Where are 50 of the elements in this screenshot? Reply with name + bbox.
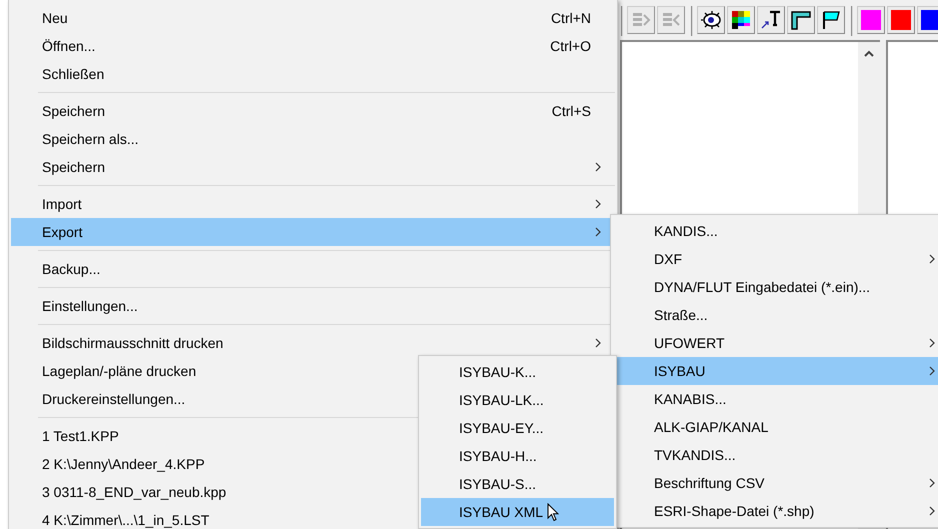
menu-item[interactable]: Backup... (11, 255, 615, 283)
flag-button[interactable] (817, 6, 845, 34)
chevron-icon (595, 162, 601, 172)
menu-item[interactable]: ISYBAU-LK... (421, 386, 614, 414)
menu-item[interactable]: Speichern (11, 153, 615, 181)
shortcut-label: Ctrl+N (550, 10, 591, 26)
menu-item[interactable]: DYNA/FLUT Eingabedatei (*.ein)... (613, 273, 938, 301)
mouse-pointer-icon (547, 503, 559, 522)
list-right-icon (631, 11, 651, 29)
chevron-icon (929, 506, 935, 516)
menu-item[interactable]: Öffnen... Ctrl+O (11, 32, 615, 60)
menu-item[interactable]: ISYBAU-K... (421, 358, 614, 386)
eye-button[interactable] (697, 6, 725, 34)
menu-item[interactable]: TVKANDIS... (613, 441, 938, 469)
color-palette-button[interactable] (727, 6, 755, 34)
menu-item[interactable]: Speichern Ctrl+S (11, 97, 615, 125)
menu-item[interactable]: ISYBAU-H... (421, 442, 614, 470)
scroll-up-icon[interactable] (864, 50, 874, 57)
menu-item[interactable]: ESRI-Shape-Datei (*.shp) (613, 497, 938, 525)
menu-item[interactable]: Bildschirmausschnitt drucken (11, 329, 615, 357)
color-swatch-button[interactable] (857, 6, 885, 34)
menu-item[interactable]: ISYBAU-S... (421, 470, 614, 498)
menu-item[interactable]: ISYBAU-EY... (421, 414, 614, 442)
chevron-icon (929, 338, 935, 348)
chevron-icon (929, 366, 935, 376)
chevron-icon (929, 254, 935, 264)
shortcut-label: Ctrl+S (552, 103, 591, 119)
menu-item[interactable]: KANDIS... (613, 217, 938, 245)
menu-item[interactable]: DXF (613, 245, 938, 273)
menu-item[interactable]: Einstellungen... (11, 292, 615, 320)
list-left-icon (661, 11, 681, 29)
menu-item[interactable]: Speichern als... (11, 125, 615, 153)
text-tool-button[interactable] (757, 6, 785, 34)
menu-item[interactable]: Beschriftung CSV (613, 469, 938, 497)
menu-item[interactable]: Straße... (613, 301, 938, 329)
menu-item[interactable]: KANABIS... (613, 385, 938, 413)
chevron-icon (595, 199, 601, 209)
menu-item[interactable]: UFOWERT (613, 329, 938, 357)
color-swatch-button[interactable] (917, 6, 938, 34)
color-swatch-button[interactable] (887, 6, 915, 34)
chevron-icon (929, 478, 935, 488)
menu-item[interactable]: ISYBAU XML (421, 498, 614, 526)
chevron-icon (595, 338, 601, 348)
chevron-icon (595, 227, 601, 237)
ruler-button[interactable] (787, 6, 815, 34)
menu-item[interactable]: ALK-GIAP/KANAL (613, 413, 938, 441)
menu-item[interactable]: Schließen (11, 60, 615, 88)
menu-item[interactable]: Neu Ctrl+N (11, 4, 615, 32)
shortcut-label: Ctrl+O (550, 38, 591, 54)
menu-item[interactable]: Import (11, 190, 615, 218)
